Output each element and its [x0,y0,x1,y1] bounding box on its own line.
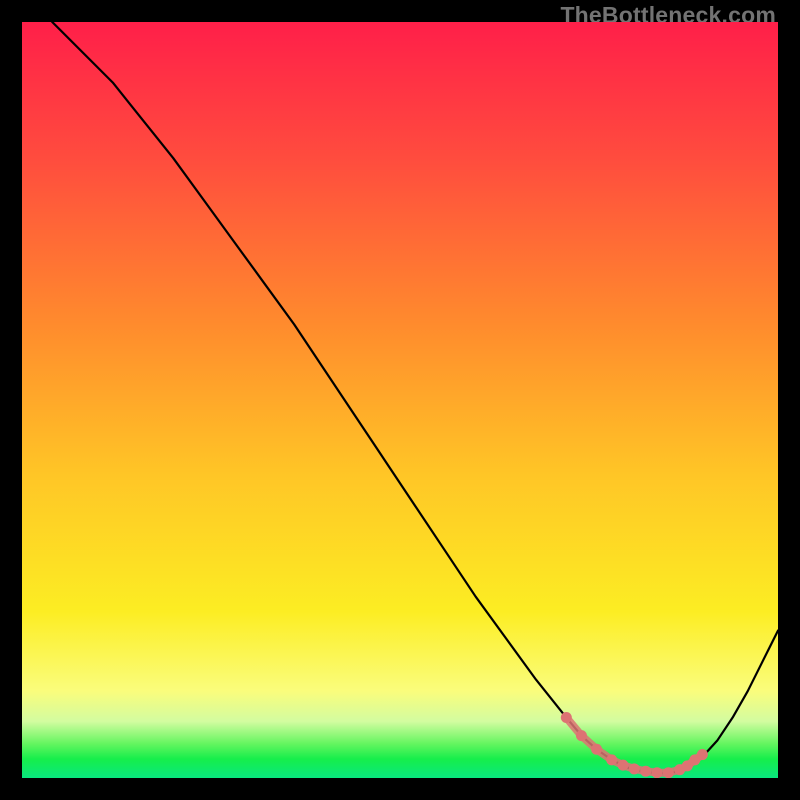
optimal-range-dot [576,730,587,741]
bottleneck-chart [22,22,778,778]
optimal-range-dot [561,712,572,723]
optimal-range-dot [663,767,674,778]
optimal-range-dot [606,754,617,765]
optimal-range-dot [629,763,640,774]
optimal-range-dot [640,766,651,777]
gradient-background [22,22,778,778]
optimal-range-dot [618,760,629,771]
optimal-range-dot [697,749,708,760]
optimal-range-dot [652,767,663,778]
chart-frame [22,22,778,778]
optimal-range-dot [591,744,602,755]
